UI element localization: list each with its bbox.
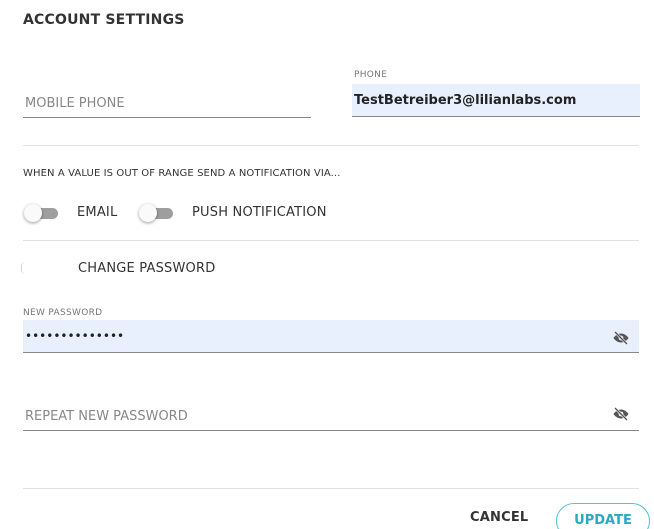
phone-input[interactable]: TestBetreiber3@lilianlabs.com: [352, 84, 640, 117]
phone-label: PHONE: [354, 70, 388, 80]
divider: [23, 145, 639, 146]
email-toggle-label: EMAIL: [77, 205, 118, 220]
cancel-button[interactable]: CANCEL: [470, 510, 528, 525]
new-password-input[interactable]: ••••••••••••••: [23, 320, 639, 353]
footer-divider: [23, 488, 639, 489]
change-password-toggle[interactable]: [21, 262, 25, 274]
repeat-new-password-input[interactable]: [23, 403, 639, 431]
push-notification-toggle-label: PUSH NOTIFICATION: [192, 205, 327, 220]
notification-text: WHEN A VALUE IS OUT OF RANGE SEND A NOTI…: [23, 168, 341, 179]
divider: [23, 240, 639, 241]
eye-off-icon[interactable]: [610, 329, 632, 347]
email-toggle-knob: [24, 204, 42, 222]
new-password-label: NEW PASSWORD: [23, 308, 103, 318]
mobile-phone-input[interactable]: [23, 90, 311, 118]
change-password-label: CHANGE PASSWORD: [78, 261, 216, 276]
update-button[interactable]: UPDATE: [556, 503, 650, 529]
push-toggle-knob: [139, 204, 157, 222]
account-settings-dialog: ACCOUNT SETTINGS PHONE TestBetreiber3@li…: [0, 0, 654, 529]
email-toggle[interactable]: [24, 203, 58, 223]
dialog-title: ACCOUNT SETTINGS: [23, 12, 185, 28]
eye-off-icon[interactable]: [610, 405, 632, 423]
push-notification-toggle[interactable]: [139, 203, 173, 223]
